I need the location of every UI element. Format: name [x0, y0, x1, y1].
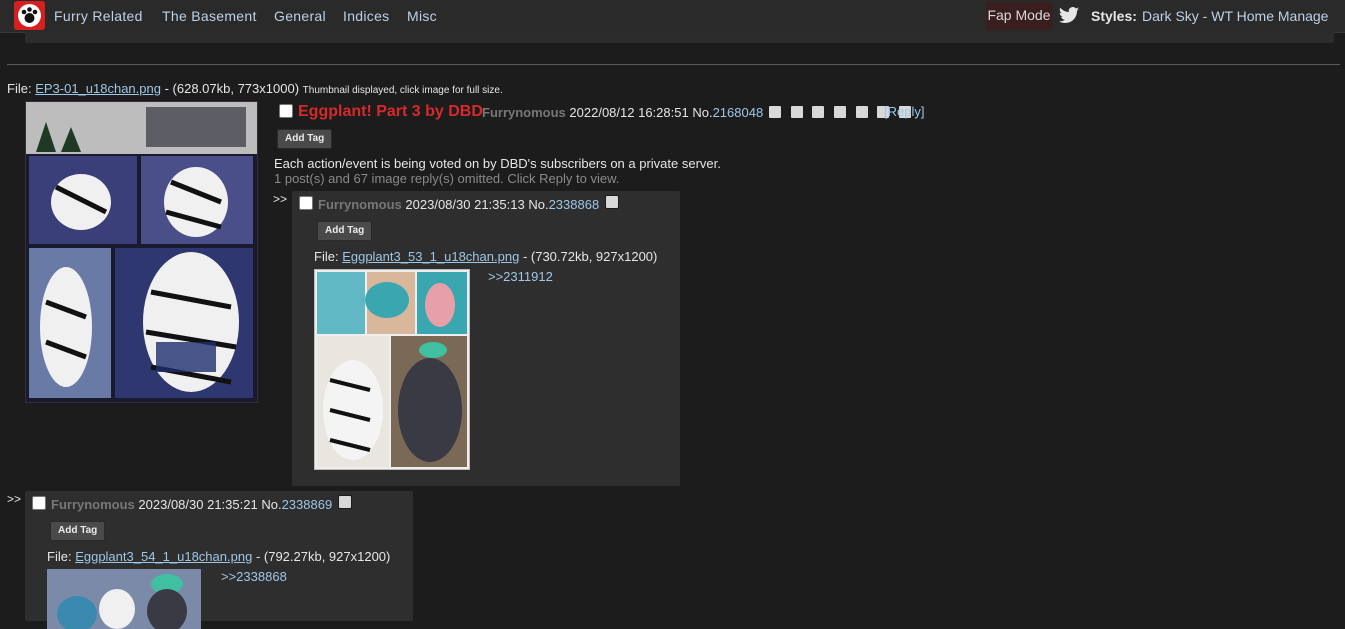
divider [7, 64, 1340, 65]
reply-post-1: Furrynomous 2023/08/30 21:35:13 No.23388… [292, 191, 680, 486]
twitter-bird-icon[interactable] [1059, 7, 1079, 23]
file-label: File: [47, 549, 72, 564]
reply-poster-name: Furrynomous [51, 497, 135, 512]
file-icon[interactable] [811, 104, 826, 119]
reply-post-date: 2023/08/30 21:35:21 [138, 497, 258, 512]
nav-misc[interactable]: Misc [407, 8, 437, 24]
reply-arrow: >> [7, 492, 22, 506]
edit-icon[interactable] [338, 495, 352, 509]
top-navigation-bar: Furry Related The Basement General Indic… [0, 0, 1345, 33]
reply-link[interactable]: [Reply] [884, 104, 924, 119]
styles-links[interactable]: Dark Sky - WT Home Manage [1142, 8, 1328, 24]
nav-furry-related[interactable]: Furry Related [54, 8, 143, 24]
reply-select-checkbox[interactable] [32, 496, 46, 510]
file-label: File: [7, 81, 32, 96]
reply-post-meta: Furrynomous 2023/08/30 21:35:21 No.23388… [51, 497, 332, 512]
op-file-link[interactable]: EP3-01_u18chan.png [35, 81, 161, 96]
no-label: No. [692, 105, 713, 120]
omitted-notice: 1 post(s) and 67 image reply(s) omitted.… [274, 171, 620, 186]
reply-post-meta: Furrynomous 2023/08/30 21:35:13 No.23388… [318, 197, 599, 212]
site-logo-paw-icon[interactable] [14, 1, 45, 30]
no-label: No. [528, 197, 549, 212]
op-add-tag-button[interactable]: Add Tag [277, 129, 333, 149]
reply-quote-link[interactable]: >>2338868 [221, 569, 287, 584]
file-label: File: [314, 249, 339, 264]
edit-icon[interactable] [768, 104, 782, 119]
reply-thumbnail-image[interactable] [47, 569, 201, 629]
op-post-date: 2022/08/12 16:28:51 [569, 105, 689, 120]
sub-bar [25, 32, 1334, 43]
reply-select-checkbox[interactable] [299, 196, 313, 210]
reply-quote-link[interactable]: >>2311912 [488, 269, 553, 284]
reply-file-info: File: Eggplant3_54_1_u18chan.png - (792.… [47, 549, 390, 564]
reply-add-tag-button[interactable]: Add Tag [317, 221, 373, 241]
reply-thumbnail-image[interactable] [314, 269, 470, 470]
op-post-number[interactable]: 2168048 [713, 105, 764, 120]
op-subject: Eggplant! Part 3 by DBD [298, 103, 483, 120]
save-icon[interactable] [789, 104, 804, 119]
op-file-meta: - (628.07kb, 773x1000) [164, 81, 300, 96]
reply-file-link[interactable]: Eggplant3_54_1_u18chan.png [75, 549, 252, 564]
op-poster-name: Furrynomous [482, 105, 566, 120]
reply-add-tag-button[interactable]: Add Tag [50, 521, 106, 541]
styles-label: Styles: [1091, 8, 1137, 24]
no-label: No. [261, 497, 282, 512]
op-thumbnail-image[interactable] [25, 101, 258, 403]
reply-file-meta: - (730.72kb, 927x1200) [522, 249, 658, 264]
fap-mode-button[interactable]: Fap Mode [986, 2, 1052, 30]
reply-post-number[interactable]: 2338869 [282, 497, 333, 512]
reply-post-number[interactable]: 2338868 [549, 197, 600, 212]
reply-post-2: Furrynomous 2023/08/30 21:35:21 No.23388… [25, 491, 413, 629]
nav-indices[interactable]: Indices [343, 8, 389, 24]
nav-the-basement[interactable]: The Basement [162, 8, 257, 24]
reply-arrow: >> [273, 192, 288, 206]
edit-icon[interactable] [605, 195, 619, 209]
nav-general[interactable]: General [274, 8, 326, 24]
op-file-info: File: EP3-01_u18chan.png - (628.07kb, 77… [7, 81, 503, 96]
op-comment: Each action/event is being voted on by D… [274, 156, 721, 171]
move-icon[interactable] [854, 104, 869, 119]
op-post-meta: Furrynomous 2022/08/12 16:28:51 No.21680… [482, 105, 763, 120]
reply-poster-name: Furrynomous [318, 197, 402, 212]
reply-file-link[interactable]: Eggplant3_53_1_u18chan.png [342, 249, 519, 264]
reply-file-meta: - (792.27kb, 927x1200) [255, 549, 391, 564]
thumbnail-note: Thumbnail displayed, click image for ful… [302, 85, 503, 96]
op-select-checkbox[interactable] [279, 104, 293, 118]
bookmark-icon[interactable] [832, 104, 847, 119]
reply-post-date: 2023/08/30 21:35:13 [405, 197, 525, 212]
reply-file-info: File: Eggplant3_53_1_u18chan.png - (730.… [314, 249, 657, 264]
